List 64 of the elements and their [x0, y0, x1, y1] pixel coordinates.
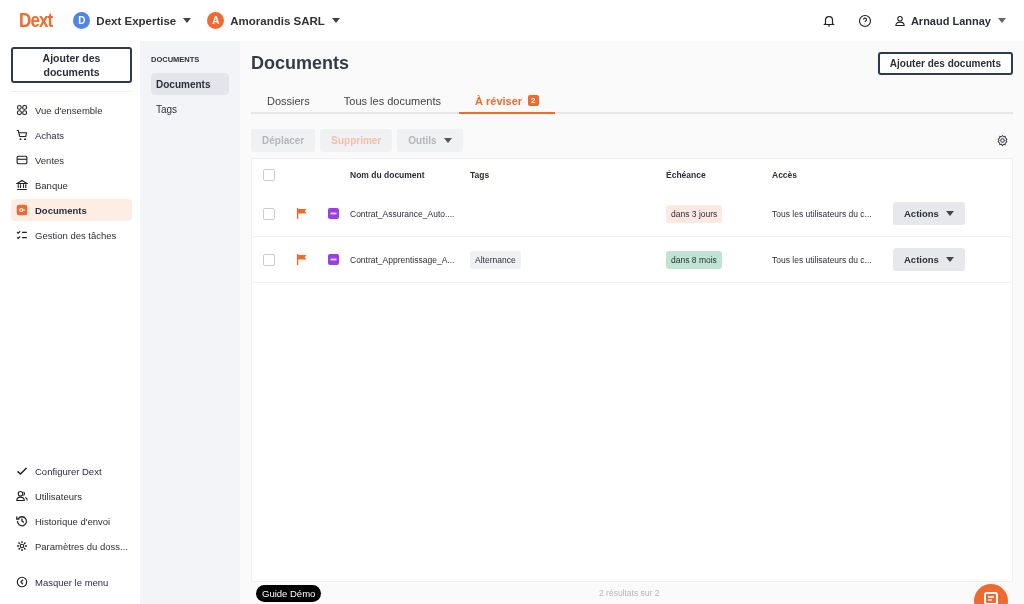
settings-icon: [16, 540, 28, 552]
sidebar-item[interactable]: Vue d'ensemble: [11, 99, 132, 121]
caret-icon: [945, 257, 954, 262]
table-cell-text: Tous les utilisateurs du c...: [772, 254, 873, 265]
checkmark-icon: [16, 465, 28, 477]
sidebar-item[interactable]: Paramètres du doss...: [11, 535, 132, 557]
tab[interactable]: Tous les documents: [327, 89, 457, 114]
cart-icon: [16, 129, 28, 141]
caret-icon: [183, 18, 192, 23]
sidebar-item[interactable]: Gestion des tâches: [11, 224, 132, 246]
sidebar-item[interactable]: Documents: [11, 199, 132, 221]
actions-button[interactable]: Actions: [893, 202, 965, 225]
account-switcher[interactable]: A Amorandis SARL: [207, 12, 340, 29]
help-icon[interactable]: [857, 13, 872, 28]
grid-icon: [16, 104, 28, 116]
due-badge: dans 8 mois: [666, 250, 722, 269]
row-checkbox[interactable]: [263, 207, 275, 220]
caret-icon: [998, 18, 1006, 23]
bell-icon[interactable]: [821, 13, 836, 28]
document-icon: [16, 204, 28, 216]
column-header: Accès: [772, 170, 799, 180]
flag-icon[interactable]: [296, 208, 307, 219]
sidebar-item[interactable]: Banque: [11, 174, 132, 196]
due-badge: dans 3 jours: [666, 204, 723, 223]
sidebar-item[interactable]: Configurer Dext: [11, 460, 132, 482]
bank-icon: [16, 179, 28, 191]
sidebar-item[interactable]: Achats: [11, 124, 132, 146]
sidebar-item[interactable]: Historique d'envoi: [11, 510, 132, 532]
page-title: Documents: [251, 53, 349, 74]
collapse-menu-button[interactable]: Masquer le menu: [11, 571, 132, 593]
select-all-checkbox[interactable]: [263, 169, 275, 181]
document-name[interactable]: Contrat_Assurance_Auto....: [350, 208, 470, 219]
pdf-file-icon: [327, 208, 339, 219]
row-checkbox[interactable]: [263, 253, 275, 266]
subnav-item[interactable]: Tags: [151, 98, 229, 120]
pdf-file-icon: [327, 254, 339, 265]
settings-icon[interactable]: [996, 134, 1009, 147]
count-badge: 2: [528, 95, 539, 106]
subnav-item[interactable]: Documents: [151, 73, 229, 95]
caret-icon: [331, 18, 340, 23]
tab[interactable]: Dossiers: [251, 89, 326, 114]
column-header: Échéance: [666, 170, 707, 180]
card-icon: [16, 154, 28, 166]
add-documents-button[interactable]: Ajouter des documents: [11, 47, 132, 83]
account-switcher[interactable]: D Dext Expertise: [73, 12, 192, 29]
user-menu[interactable]: Arnaud Lannay: [893, 14, 1006, 27]
sidebar-item[interactable]: Ventes: [11, 149, 132, 171]
history-icon: [16, 515, 28, 527]
tag-chip: Alternance: [470, 250, 521, 269]
chat-icon[interactable]: [974, 584, 1008, 604]
sidebar-item[interactable]: Utilisateurs: [11, 485, 132, 507]
column-header: Nom du document: [350, 170, 426, 180]
checklist-icon: [16, 229, 28, 241]
guide-button[interactable]: Guide Démo: [256, 584, 322, 602]
table-cell-text: Tous les utilisateurs du c...: [772, 208, 873, 219]
users-icon: [16, 490, 28, 502]
add-documents-button[interactable]: Ajouter des documents: [877, 52, 1013, 75]
caret-icon: [443, 138, 452, 143]
column-header: Tags: [470, 170, 491, 180]
caret-icon: [945, 211, 954, 216]
flag-icon[interactable]: [296, 254, 307, 265]
document-name[interactable]: Contrat_Apprentissage_A...: [350, 254, 470, 265]
actions-button[interactable]: Actions: [893, 248, 965, 271]
user-icon: [893, 14, 906, 27]
